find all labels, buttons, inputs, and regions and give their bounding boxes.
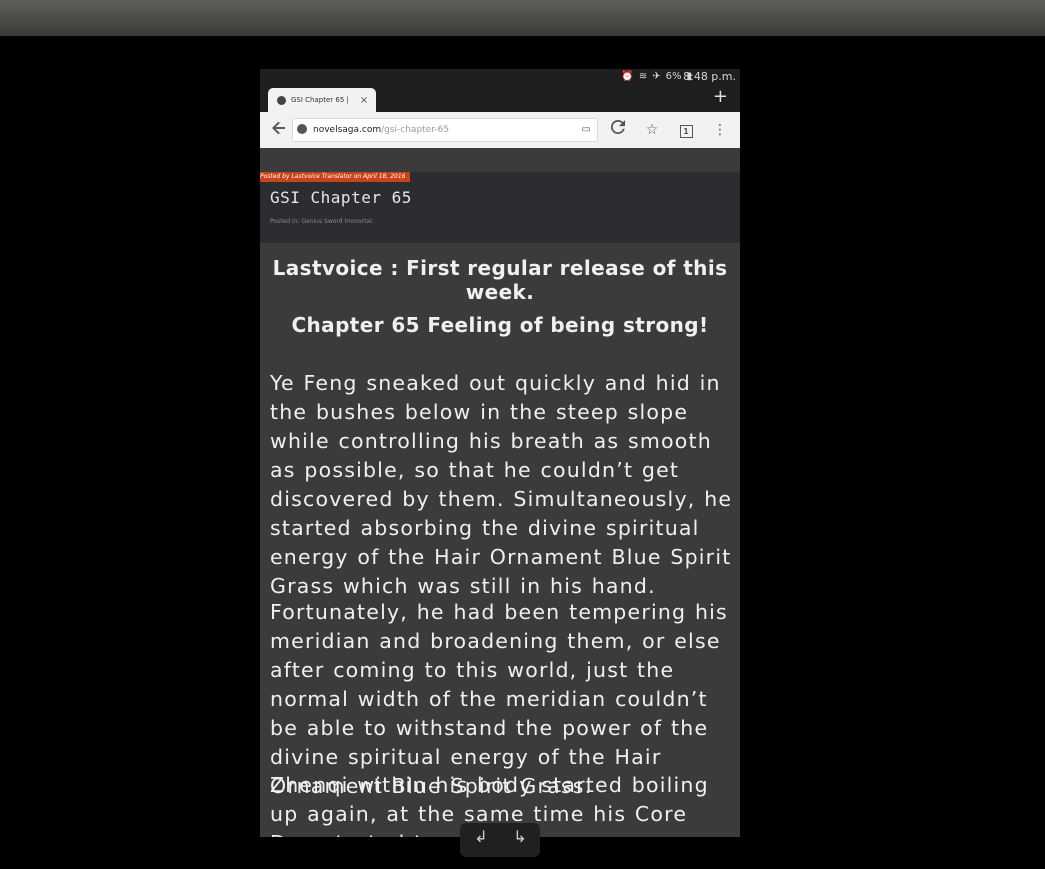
reload-icon[interactable]: [608, 119, 628, 140]
battery-text: 6%: [665, 71, 682, 82]
star-icon[interactable]: ☆: [642, 120, 662, 140]
status-bar: ⏰ ≋ ✈ 6% ▮ 8:48 p.m.: [260, 69, 740, 85]
window-top-bar: [0, 0, 1045, 36]
new-tab-icon[interactable]: +: [713, 87, 728, 107]
favicon-icon: [277, 95, 286, 105]
status-time: 8:48 p.m.: [683, 70, 736, 83]
airplane-icon: ✈: [652, 71, 661, 82]
url-host: novelsaga.com: [313, 125, 382, 135]
wifi-icon: ≋: [638, 71, 648, 82]
tab-title: GSI Chapter 65 |: [291, 96, 349, 104]
posted-in-category: Posted in: Genius Sword Immortal.: [270, 218, 374, 225]
posted-by-ribbon: Posted by Lastvoice Translator on April …: [260, 172, 411, 182]
post-header: Posted by Lastvoice Translator on April …: [260, 172, 740, 243]
post-title: GSI Chapter 65: [270, 188, 412, 207]
paragraph: Ye Feng sneaked out quickly and hid in t…: [270, 371, 733, 598]
tab-count: 1: [679, 125, 693, 138]
url-text: novelsaga.com/gsi-chapter-65: [313, 119, 449, 141]
tab-strip: GSI Chapter 65 | × +: [260, 85, 740, 112]
chapter-title: Chapter 65 Feeling of being strong!: [291, 313, 709, 337]
reader-mode-icon[interactable]: ▭: [582, 119, 591, 141]
alarm-icon: ⏰: [621, 71, 634, 82]
article-body: Lastvoice : First regular release of thi…: [260, 243, 740, 837]
close-tab-icon[interactable]: ×: [358, 95, 370, 106]
rotate-left-icon[interactable]: ↲: [471, 827, 491, 847]
browser-tab[interactable]: GSI Chapter 65 | ×: [268, 88, 376, 112]
status-icons: ⏰ ≋ ✈ 6% ▮: [621, 70, 692, 84]
url-path: /gsi-chapter-65: [381, 125, 450, 135]
tablet-screen: ⏰ ≋ ✈ 6% ▮ 8:48 p.m. GSI Chapter 65 | × …: [260, 69, 740, 837]
intro-line: Lastvoice : First regular release of thi…: [272, 256, 728, 304]
rotate-controls: ↲ ↳: [460, 823, 540, 857]
globe-icon: [297, 124, 307, 134]
back-arrow-icon[interactable]: [269, 120, 289, 140]
more-menu-icon[interactable]: ⋮: [710, 120, 730, 140]
rotate-right-icon[interactable]: ↳: [510, 827, 530, 847]
page-top-spacer: [260, 148, 740, 172]
tab-switcher-button[interactable]: 1: [676, 120, 696, 140]
browser-toolbar: novelsaga.com/gsi-chapter-65 ▭ ☆ 1 ⋮: [260, 112, 740, 148]
address-bar[interactable]: novelsaga.com/gsi-chapter-65 ▭: [292, 118, 598, 142]
